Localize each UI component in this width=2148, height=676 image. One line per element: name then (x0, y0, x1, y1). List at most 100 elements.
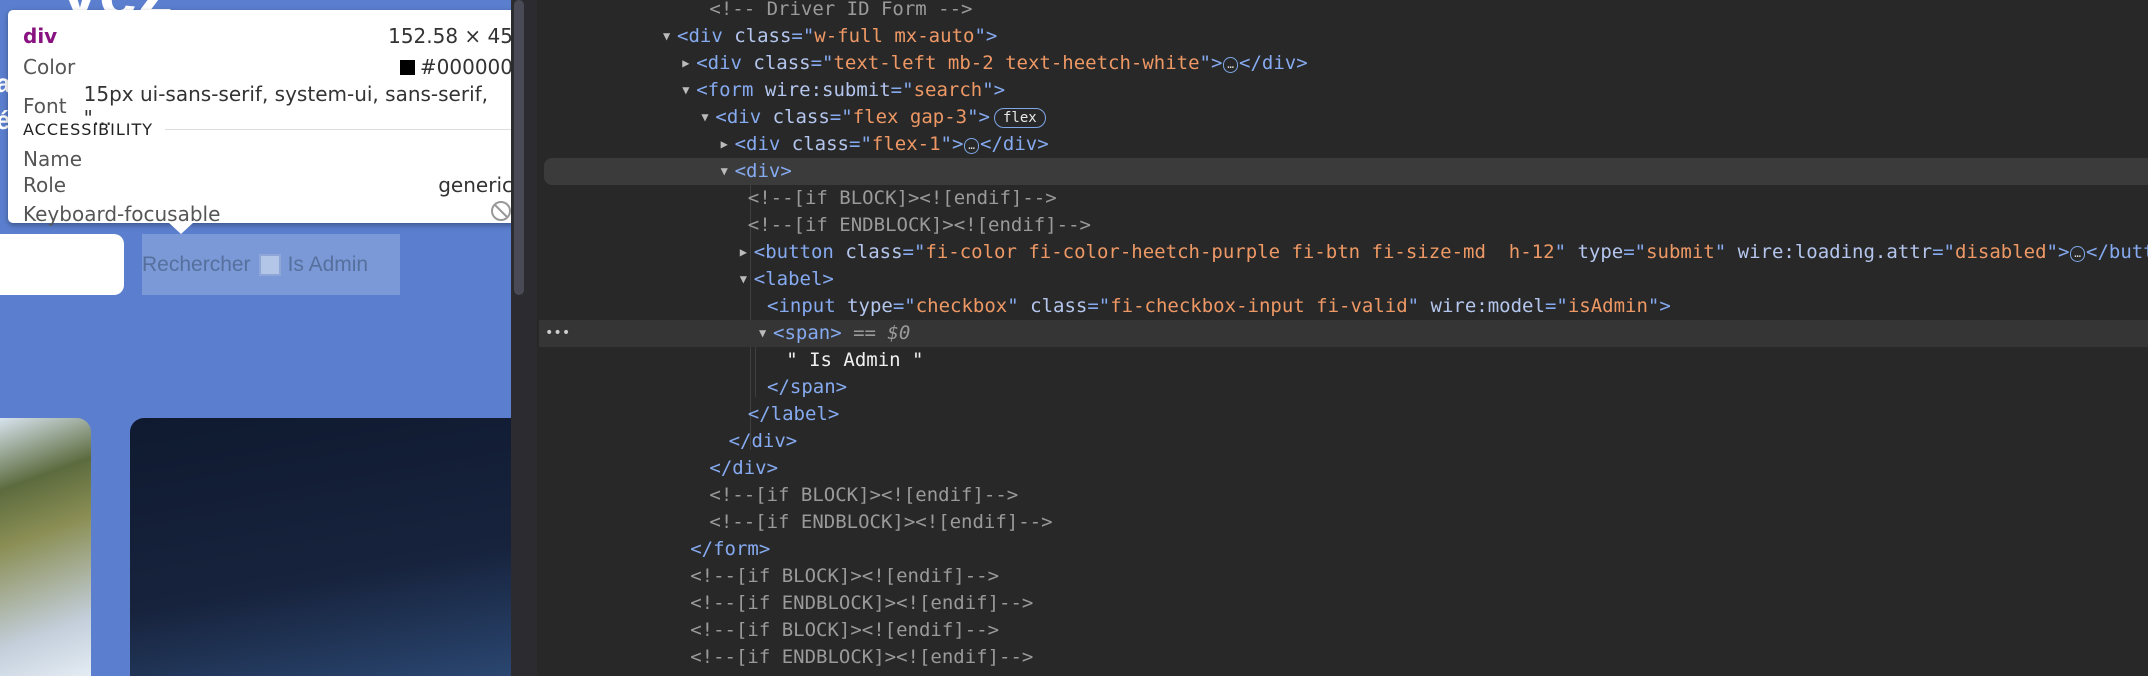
expanded-triangle-icon[interactable]: ▼ (663, 23, 670, 50)
tooltip-dimensions: 152.58 × 45 (388, 24, 511, 48)
comment-node: <!--[if BLOCK]><![endif]--> (709, 484, 1019, 506)
dom-node-row[interactable]: ▼ <div class="w-full mx-auto"> (537, 23, 2148, 50)
highlighted-div[interactable]: Rechercher Is Admin (142, 234, 400, 295)
node-markup: </span> (767, 374, 847, 401)
tag-token: </span> (767, 376, 848, 398)
expanded-triangle-icon[interactable]: ▼ (701, 104, 708, 131)
dom-node-row[interactable]: <!--[if ENDBLOCK]><![endif]--> (537, 509, 2148, 536)
dom-node-row[interactable]: <!--[if BLOCK]><![endif]--> (537, 617, 2148, 644)
comment-node: <!--[if BLOCK]><![endif]--> (747, 187, 1057, 209)
is-admin-label: Is Admin (287, 252, 369, 276)
dom-node-row[interactable]: ▼ ••• <span> == $0 (539, 320, 2148, 347)
dom-node-row[interactable]: ▶ <div class="flex-1">… </div> (537, 131, 2148, 158)
attribute-value: fi-color fi-color-heetch-purple fi-btn f… (925, 241, 1555, 263)
tag-token: =" (1623, 241, 1647, 263)
tag-token: <label> (753, 268, 834, 290)
dom-node-row[interactable]: <!--[if ENDBLOCK]><![endif]--> (537, 644, 2148, 671)
dom-node-row[interactable]: <input type="checkbox" class="fi-checkbo… (537, 293, 2148, 320)
dom-node-row[interactable]: <!--[if BLOCK]><![endif]--> (537, 563, 2148, 590)
attribute-value: checkbox (915, 295, 1008, 317)
comment-node: <!--[if BLOCK]><![endif]--> (690, 565, 1000, 587)
collapsed-triangle-icon[interactable]: ▶ (721, 131, 728, 158)
tooltip-name-label: Name (23, 147, 83, 171)
dom-node-row[interactable]: </span> (537, 374, 2148, 401)
image-card (130, 418, 511, 676)
comment-node: <!--[if ENDBLOCK]><![endif]--> (690, 646, 1034, 668)
node-markup: <!--[if ENDBLOCK]><![endif]--> (690, 644, 1033, 671)
dom-node-row[interactable]: <!--[if ENDBLOCK]><![endif]--> (537, 212, 2148, 239)
page-scrollbar-thumb[interactable] (514, 0, 524, 295)
node-markup: <div class="text-left mb-2 text-heetch-w… (696, 50, 1308, 77)
tag-token: =" (902, 241, 926, 263)
tag-token: "> (974, 25, 998, 47)
attribute-value: text-left mb-2 text-heetch-white (833, 52, 1200, 74)
elements-panel: <!-- Driver ID Form --> ▼ <div class="w-fu… (537, 0, 2148, 676)
tag-token: <div> (734, 160, 792, 182)
more-options-icon[interactable]: ••• (545, 320, 570, 347)
node-markup: </div> (729, 428, 798, 455)
node-markup: <!--[if ENDBLOCK]><![endif]--> (690, 590, 1033, 617)
dom-node-row[interactable]: <!--[if ENDBLOCK]><![endif]--> (537, 590, 2148, 617)
dom-node-row[interactable]: " Is Admin " (537, 347, 2148, 374)
dom-node-row[interactable]: <!--[if BLOCK]><![endif]--> (537, 482, 2148, 509)
expanded-triangle-icon[interactable]: ▼ (759, 320, 766, 347)
dom-node-row[interactable]: ▼ <div> (544, 158, 2148, 185)
node-markup: <!--[if BLOCK]><![endif]--> (709, 482, 1018, 509)
web-page-viewport: yez a é Rechercher Is Admin div152.58 × … (0, 0, 511, 676)
dom-node-row[interactable]: </div> (537, 428, 2148, 455)
attribute-name: class (1030, 295, 1088, 317)
attribute-value: flex gap-3 (852, 106, 968, 128)
tag-token: =" (829, 106, 853, 128)
expanded-triangle-icon[interactable]: ▼ (740, 266, 747, 293)
attribute-name: class (772, 106, 830, 128)
expand-ellipsis-button[interactable]: … (1223, 57, 1239, 73)
not-allowed-icon (489, 199, 511, 228)
tooltip-role-value: generic (438, 173, 511, 197)
expanded-triangle-icon[interactable]: ▼ (721, 158, 728, 185)
dom-node-row[interactable]: </label> (537, 401, 2148, 428)
tooltip-tag: div (23, 24, 58, 48)
dom-node-row[interactable]: <!--[if BLOCK]><![endif]--> (537, 185, 2148, 212)
comment-node: <!--[if ENDBLOCK]><![endif]--> (709, 511, 1053, 533)
attribute-name: class (791, 133, 849, 155)
tag-token: <div (734, 133, 792, 155)
attribute-value: disabled (1955, 241, 2047, 263)
dom-node-row[interactable]: </form> (537, 536, 2148, 563)
dom-node-row[interactable]: ▼ <form wire:submit="search"> (537, 77, 2148, 104)
attribute-value: isAdmin (1567, 295, 1648, 317)
tag-token: </div> (1239, 52, 1308, 74)
flex-badge[interactable]: flex (993, 108, 1046, 128)
tag-token: </div> (709, 457, 779, 479)
expand-ellipsis-button[interactable]: … (964, 138, 980, 154)
tag-token: =" (791, 25, 815, 47)
tag-token: <button (753, 241, 846, 263)
tag-token: <div (715, 106, 773, 128)
node-markup: <div> (735, 158, 792, 185)
attribute-value: w-full mx-auto (814, 25, 975, 47)
dom-node-row[interactable]: ▶ <div class="text-left mb-2 text-heetch-… (537, 50, 2148, 77)
dom-node-row[interactable]: </div> (537, 455, 2148, 482)
tag-token: =" (892, 295, 916, 317)
tooltip-color-label: Color (23, 55, 76, 79)
attribute-value: search (913, 79, 983, 101)
attribute-name: class (734, 25, 792, 47)
is-admin-checkbox[interactable] (258, 253, 281, 276)
tag-token: <span> (773, 322, 842, 344)
search-button[interactable]: Rechercher (142, 253, 251, 277)
attribute-name: class (753, 52, 811, 74)
tag-token: "> (1199, 52, 1223, 74)
comment-node: <!--[if BLOCK]><![endif]--> (690, 619, 1000, 641)
driver-id-input[interactable] (0, 234, 124, 295)
expanded-triangle-icon[interactable]: ▼ (682, 77, 689, 104)
expand-ellipsis-button[interactable]: … (2070, 246, 2086, 262)
dom-node-row[interactable]: ▶ <button class="fi-color fi-color-heetch… (537, 239, 2148, 266)
collapsed-triangle-icon[interactable]: ▶ (682, 50, 689, 77)
dom-node-row[interactable]: ▼ <label> (537, 266, 2148, 293)
node-markup: <div class="w-full mx-auto"> (677, 23, 997, 50)
node-markup: <span> == $0 (773, 320, 910, 347)
dom-node-row[interactable]: ▼ <div class="flex gap-3"> flex (537, 104, 2148, 131)
attribute-name: type (847, 295, 893, 317)
dom-node-row[interactable]: <!-- Driver ID Form --> (537, 0, 2148, 23)
collapsed-triangle-icon[interactable]: ▶ (740, 239, 747, 266)
tag-token: =" (1087, 295, 1111, 317)
